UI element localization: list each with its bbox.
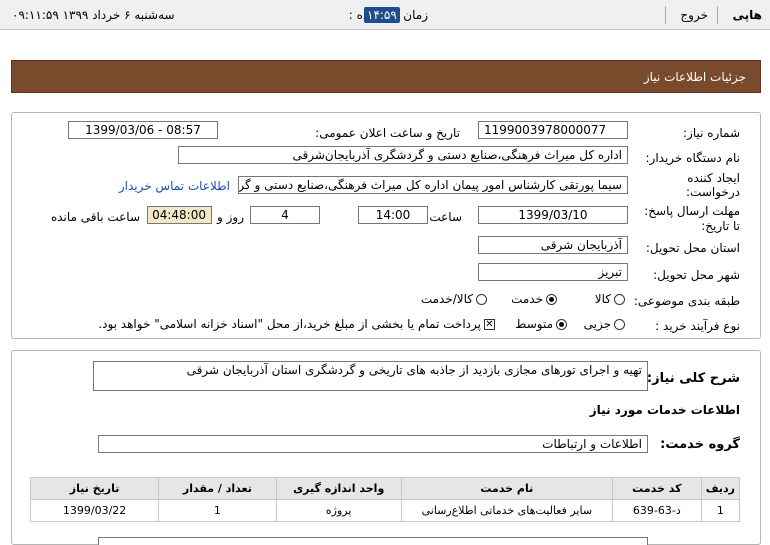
session-timer: ۱۴:۵۹ — [364, 7, 400, 23]
deadline-label: مهلت ارسال پاسخ: — [644, 204, 740, 218]
table-cell: پروژه — [275, 499, 402, 522]
current-datetime: سه‌شنبه ۶ خرداد ۱۳۹۹ ۰۹:۱۱:۵۹ — [12, 8, 175, 22]
table-header: کد خدمت — [611, 477, 702, 500]
creator-label-2: درخواست: — [686, 185, 740, 199]
need-number-field: 1199003978000077 — [478, 121, 628, 139]
buyer-field: اداره کل میراث فرهنگی،صنایع دستی و گردشگ… — [178, 146, 628, 164]
table-header: نام خدمت — [400, 477, 613, 500]
table-cell: د-63-639 — [611, 499, 702, 522]
category-label: طبقه بندی موضوعی: — [633, 294, 740, 308]
table-header: واحد اندازه گیری — [275, 477, 402, 500]
city-label: شهر محل تحویل: — [653, 268, 740, 282]
table-row: 1 د-63-639 سایر فعالیت‌های خدماتی اطلاع‌… — [29, 499, 741, 522]
process-type-label: نوع فرآیند خرید : — [655, 319, 740, 333]
radio-icon — [614, 319, 625, 330]
category-option-goods-service[interactable]: کالا/خدمت — [421, 292, 490, 306]
divider — [665, 6, 666, 24]
radio-selected-icon — [546, 294, 557, 305]
table-cell: 1 — [700, 499, 741, 522]
top-bar: هاپی خروج زمان باقیمانده : ۱۴:۵۹ سه‌شنبه… — [0, 0, 770, 30]
announce-date-label: تاریخ و ساعت اعلان عمومی: — [315, 126, 460, 140]
divider — [717, 6, 718, 24]
buyer-contact-link[interactable]: اطلاعات تماس خریدار — [119, 179, 230, 193]
exit-link[interactable]: خروج — [680, 8, 708, 22]
province-field: آذربایجان شرقی — [478, 236, 628, 254]
hour-label: ساعت — [429, 210, 462, 224]
radio-icon — [614, 294, 625, 305]
need-number-label: شماره نیاز: — [683, 126, 740, 140]
service-group-field: اطلاعات و ارتباطات — [98, 435, 648, 453]
table-cell: سایر فعالیت‌های خدماتی اطلاع‌رسانی — [400, 499, 613, 522]
summary-field: تهیه و اجرای تورهای مجازی بازدید از جاذب… — [93, 361, 648, 391]
table-header: تاریخ نیاز — [29, 477, 160, 500]
table-cell: 1 — [158, 499, 277, 522]
category-option-service[interactable]: خدمت — [511, 292, 560, 306]
services-title: اطلاعات خدمات مورد نیاز — [589, 403, 740, 417]
table-cell: 1399/03/22 — [29, 499, 160, 522]
page-header: جزئیات اطلاعات نیاز — [11, 60, 761, 93]
announce-date-field: 1399/03/06 - 08:57 — [68, 121, 218, 139]
table-header: ردیف — [700, 477, 741, 500]
table-header-row: ردیف کد خدمت نام خدمت واحد اندازه گیری ت… — [29, 477, 741, 500]
summary-label: شرح کلی نیاز: — [646, 371, 740, 386]
category-option-goods[interactable]: کالا — [595, 292, 628, 306]
next-section-box — [98, 537, 648, 545]
radio-selected-icon — [556, 319, 567, 330]
creator-field: سیما پورتقی کارشناس امور پیمان اداره کل … — [238, 176, 628, 194]
days-label: روز و — [217, 210, 244, 224]
services-table: ردیف کد خدمت نام خدمت واحد اندازه گیری ت… — [29, 477, 741, 522]
page-title: جزئیات اطلاعات نیاز — [643, 70, 746, 84]
need-details-panel: شرح کلی نیاز: تهیه و اجرای تورهای مجازی … — [11, 350, 761, 545]
deadline-time-field: 14:00 — [358, 206, 428, 224]
remaining-hours-label: ساعت باقی مانده — [50, 210, 140, 224]
table-header: تعداد / مقدار — [158, 477, 277, 500]
days-field: 4 — [250, 206, 320, 224]
creator-label: ایجاد کننده — [687, 171, 740, 185]
buyer-label: نام دستگاه خریدار: — [645, 151, 741, 165]
need-info-panel: شماره نیاز: 1199003978000077 تاریخ و ساع… — [11, 112, 761, 339]
brand-label: هاپی — [732, 8, 762, 22]
service-group-label: گروه خدمت: — [660, 437, 740, 452]
province-label: استان محل تحویل: — [645, 241, 740, 255]
process-option-minor[interactable]: جزیی — [584, 317, 628, 331]
process-option-medium[interactable]: متوسط — [515, 317, 570, 331]
treasury-payment-checkbox[interactable]: ✕پرداخت تمام یا بخشی از مبلغ خرید،از محل… — [98, 317, 498, 331]
deadline-date-field: 1399/03/10 — [478, 206, 628, 224]
radio-icon — [476, 294, 487, 305]
checkbox-icon: ✕ — [484, 319, 495, 330]
deadline-label-2: تا تاریخ: — [701, 219, 740, 233]
remaining-time-field: 04:48:00 — [147, 206, 212, 224]
city-field: تبریز — [478, 263, 628, 281]
